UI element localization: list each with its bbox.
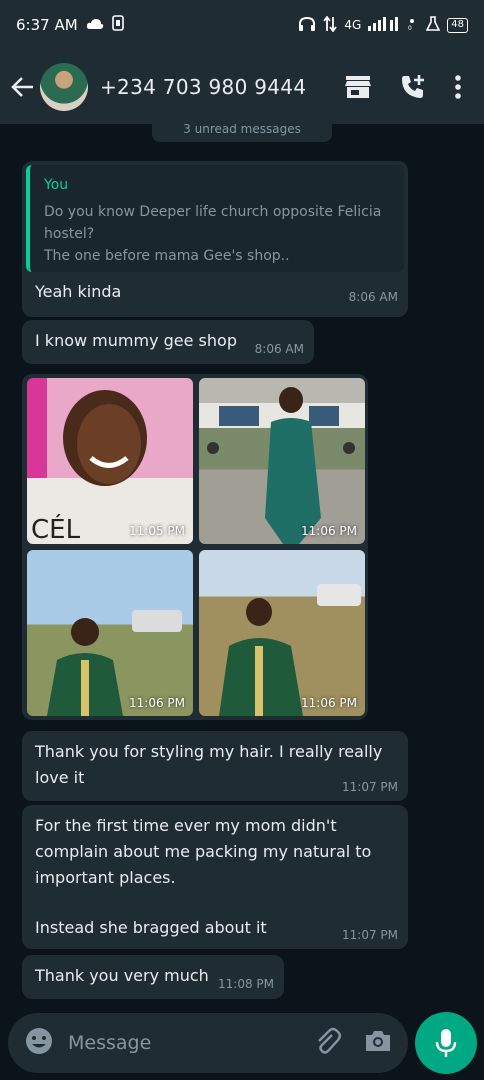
data-arrows-icon bbox=[323, 15, 338, 35]
paperclip-icon bbox=[318, 1027, 341, 1054]
photo-thumbnail[interactable]: CÉL 11:05 PM bbox=[27, 378, 193, 544]
message-text: Instead she bragged about it bbox=[35, 918, 267, 937]
message-bubble-reply[interactable]: You Do you know Deeper life church oppos… bbox=[22, 161, 408, 317]
unread-chip: 3 unread messages bbox=[152, 124, 332, 142]
svg-text:CÉL: CÉL bbox=[31, 513, 81, 544]
quote-author: You bbox=[44, 177, 69, 193]
photo-album[interactable]: CÉL 11:05 PM 11:06 PM 11:06 PM 11:06 PM bbox=[22, 374, 368, 720]
battery-indicator: 48 bbox=[447, 17, 468, 33]
flask-icon bbox=[425, 15, 441, 35]
photo-time: 11:06 PM bbox=[129, 696, 185, 710]
quoted-message[interactable]: You Do you know Deeper life church oppos… bbox=[26, 165, 404, 272]
message-text: complain about me packing my natural to bbox=[35, 842, 372, 861]
more-options-button[interactable] bbox=[454, 75, 462, 99]
message-bubble[interactable]: For the first time ever my mom didn't co… bbox=[22, 805, 408, 949]
chat-header: +234 703 980 9444 bbox=[0, 50, 484, 124]
network-type: 4G bbox=[344, 18, 362, 32]
camera-button[interactable] bbox=[364, 1028, 392, 1058]
cloud-icon bbox=[86, 16, 104, 34]
contact-name[interactable]: +234 703 980 9444 bbox=[100, 75, 306, 99]
quote-line: The one before mama Gee's shop.. bbox=[44, 248, 290, 264]
photo-thumbnail[interactable]: 11:06 PM bbox=[199, 378, 365, 544]
emoji-icon bbox=[26, 1028, 52, 1054]
sim-icon bbox=[111, 15, 124, 35]
back-button[interactable] bbox=[10, 74, 36, 100]
message-bubble[interactable]: Thank you for styling my hair. I really … bbox=[22, 731, 408, 801]
photo-time: 11:06 PM bbox=[301, 696, 357, 710]
photo-thumbnail[interactable]: 11:06 PM bbox=[27, 550, 193, 716]
message-time: 8:06 AM bbox=[348, 290, 398, 304]
phone-plus-icon bbox=[402, 75, 424, 98]
portrait-image bbox=[207, 387, 355, 544]
microphone-icon bbox=[435, 1029, 457, 1057]
quote-line: hostel? bbox=[44, 226, 95, 242]
message-time: 11:07 PM bbox=[342, 780, 398, 794]
composer bbox=[8, 1013, 408, 1073]
portrait-image: CÉL bbox=[27, 390, 193, 544]
message-time: 11:08 PM bbox=[218, 977, 274, 991]
camera-icon bbox=[366, 1031, 390, 1051]
photo-time: 11:05 PM bbox=[129, 524, 185, 538]
message-time: 11:07 PM bbox=[342, 928, 398, 942]
message-text: For the first time ever my mom didn't bbox=[35, 816, 337, 835]
message-text: Yeah kinda bbox=[35, 282, 122, 301]
emoji-button[interactable] bbox=[24, 1026, 54, 1060]
add-call-button[interactable] bbox=[400, 74, 426, 100]
attach-button[interactable] bbox=[312, 1026, 342, 1060]
portrait-image bbox=[219, 584, 361, 716]
status-time: 6:37 AM bbox=[16, 16, 78, 34]
photo-thumbnail[interactable]: 11:06 PM bbox=[199, 550, 365, 716]
message-input[interactable] bbox=[68, 1032, 288, 1054]
message-text: important places. bbox=[35, 868, 176, 887]
avatar[interactable] bbox=[40, 63, 88, 111]
message-bubble[interactable]: Thank you very much 11:08 PM bbox=[22, 955, 284, 999]
photo-time: 11:06 PM bbox=[301, 524, 357, 538]
signal-icon bbox=[368, 16, 399, 34]
message-text: Thank you for styling my hair. I really … bbox=[35, 742, 383, 761]
wifi-off-icon: 0 bbox=[405, 17, 419, 34]
message-text: Thank you very much bbox=[35, 966, 209, 985]
message-text: I know mummy gee shop bbox=[35, 331, 237, 350]
headset-icon bbox=[298, 16, 316, 35]
voice-record-button[interactable] bbox=[415, 1012, 477, 1074]
store-icon bbox=[345, 76, 371, 98]
message-text: love it bbox=[35, 768, 85, 787]
chat-area[interactable]: 3 unread messages You Do you know Deeper… bbox=[0, 124, 484, 1006]
portrait-image bbox=[47, 610, 182, 716]
message-time: 8:06 AM bbox=[254, 342, 304, 356]
status-bar: 6:37 AM 4G 0 48 bbox=[0, 0, 484, 50]
svg-text:0: 0 bbox=[408, 25, 412, 31]
quote-line: Do you know Deeper life church opposite … bbox=[44, 204, 382, 220]
more-vertical-icon bbox=[455, 75, 461, 99]
arrow-left-icon bbox=[11, 77, 33, 97]
catalog-button[interactable] bbox=[344, 74, 372, 100]
message-bubble[interactable]: I know mummy gee shop 8:06 AM bbox=[22, 320, 314, 364]
